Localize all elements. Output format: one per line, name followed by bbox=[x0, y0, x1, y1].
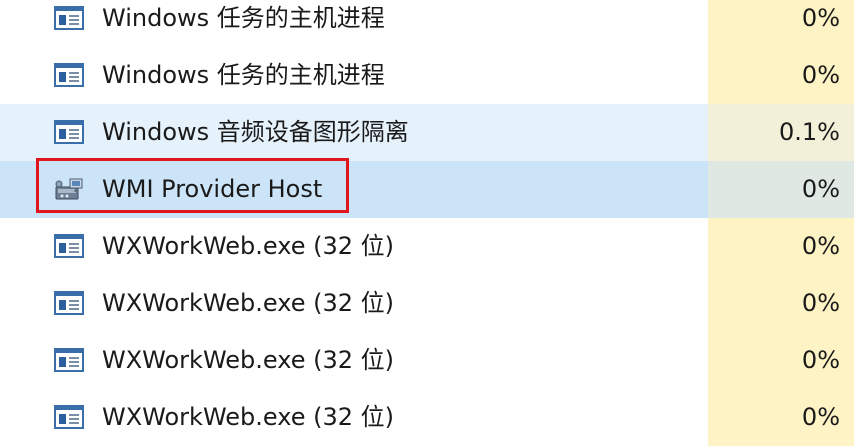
app-window-icon bbox=[54, 291, 84, 315]
cpu-value: 0.1% bbox=[779, 118, 840, 146]
process-list: Windows 任务的主机进程 0% Windows 任务的主机进程 0% Wi… bbox=[0, 0, 854, 446]
process-row[interactable]: WXWorkWeb.exe (32 位) 0% bbox=[0, 218, 854, 275]
cpu-cell: 0% bbox=[708, 332, 854, 389]
process-name: WXWorkWeb.exe (32 位) bbox=[102, 346, 394, 374]
process-name-cell: WXWorkWeb.exe (32 位) bbox=[0, 218, 708, 275]
process-row[interactable]: Windows 音频设备图形隔离 0.1% bbox=[0, 104, 854, 161]
app-window-icon bbox=[54, 234, 84, 258]
process-name-cell: WXWorkWeb.exe (32 位) bbox=[0, 275, 708, 332]
app-window-icon bbox=[54, 120, 84, 144]
process-name-cell: Windows 任务的主机进程 bbox=[0, 0, 708, 47]
app-window-icon bbox=[54, 63, 84, 87]
process-row[interactable]: WXWorkWeb.exe (32 位) 0% bbox=[0, 389, 854, 446]
process-name-cell: Windows 音频设备图形隔离 bbox=[0, 104, 708, 161]
process-row[interactable]: WXWorkWeb.exe (32 位) 0% bbox=[0, 332, 854, 389]
cpu-value: 0% bbox=[801, 175, 840, 203]
cpu-cell: 0% bbox=[708, 389, 854, 446]
process-name: Windows 任务的主机进程 bbox=[102, 61, 385, 89]
process-name-cell: WMI Provider Host bbox=[0, 161, 708, 218]
process-row[interactable]: Windows 任务的主机进程 0% bbox=[0, 0, 854, 47]
process-name: WXWorkWeb.exe (32 位) bbox=[102, 289, 394, 317]
process-row[interactable]: WXWorkWeb.exe (32 位) 0% bbox=[0, 275, 854, 332]
process-name-cell: WXWorkWeb.exe (32 位) bbox=[0, 332, 708, 389]
wmi-provider-icon bbox=[55, 178, 83, 200]
process-row-selected[interactable]: WMI Provider Host 0% bbox=[0, 161, 854, 218]
process-name: WXWorkWeb.exe (32 位) bbox=[102, 403, 394, 431]
cpu-cell: 0% bbox=[708, 161, 854, 218]
cpu-cell: 0% bbox=[708, 275, 854, 332]
process-name: WMI Provider Host bbox=[102, 175, 323, 203]
process-name-cell: Windows 任务的主机进程 bbox=[0, 47, 708, 104]
cpu-value: 0% bbox=[801, 61, 840, 89]
cpu-value: 0% bbox=[801, 289, 840, 317]
cpu-cell: 0% bbox=[708, 218, 854, 275]
cpu-value: 0% bbox=[801, 346, 840, 374]
process-name: Windows 任务的主机进程 bbox=[102, 4, 385, 32]
process-name: Windows 音频设备图形隔离 bbox=[102, 118, 409, 146]
cpu-cell: 0.1% bbox=[708, 104, 854, 161]
app-window-icon bbox=[54, 6, 84, 30]
process-row[interactable]: Windows 任务的主机进程 0% bbox=[0, 47, 854, 104]
cpu-cell: 0% bbox=[708, 0, 854, 47]
process-name: WXWorkWeb.exe (32 位) bbox=[102, 232, 394, 260]
app-window-icon bbox=[54, 348, 84, 372]
process-name-cell: WXWorkWeb.exe (32 位) bbox=[0, 389, 708, 446]
cpu-value: 0% bbox=[801, 4, 840, 32]
cpu-cell: 0% bbox=[708, 47, 854, 104]
cpu-value: 0% bbox=[801, 403, 840, 431]
cpu-value: 0% bbox=[801, 232, 840, 260]
app-window-icon bbox=[54, 405, 84, 429]
